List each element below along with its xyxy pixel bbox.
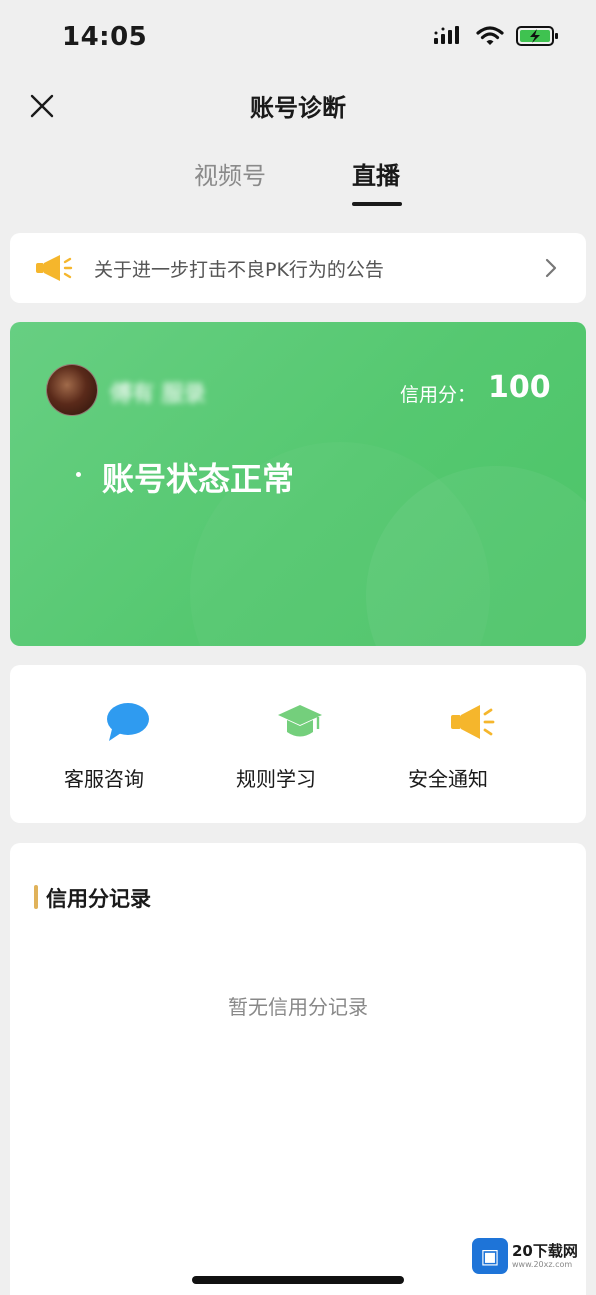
announcement-banner[interactable]: 关于进一步打击不良PK行为的公告 xyxy=(10,233,586,303)
watermark-main-text: 20下载网 xyxy=(512,1242,578,1260)
active-tab-indicator xyxy=(352,202,402,206)
quick-actions-panel: 客服咨询 规则学习 安全通知 xyxy=(10,665,586,823)
avatar xyxy=(46,364,98,416)
page-title: 账号诊断 xyxy=(250,94,346,122)
section-title: 信用分记录 xyxy=(46,887,151,911)
security-notice-button[interactable]: 安全通知 xyxy=(374,665,566,823)
home-indicator[interactable] xyxy=(192,1276,404,1284)
megaphone-icon xyxy=(451,705,495,739)
status-bar: 14:05 xyxy=(0,0,596,72)
empty-state-text: 暂无信用分记录 xyxy=(228,995,368,1019)
username: 傅有 服录 xyxy=(110,382,206,407)
graduation-cap-icon xyxy=(278,705,322,737)
action-label: 客服咨询 xyxy=(64,767,144,791)
tab-video-channel[interactable]: 视频号 xyxy=(194,156,266,191)
status-time: 14:05 xyxy=(62,22,148,52)
account-status-card: 傅有 服录 信用分： 100 账号状态正常 xyxy=(10,322,586,646)
tab-live[interactable]: 直播 xyxy=(352,156,400,191)
wifi-icon xyxy=(476,26,504,45)
chevron-right-icon xyxy=(545,258,557,278)
section-accent-bar xyxy=(34,885,38,909)
customer-service-button[interactable]: 客服咨询 xyxy=(30,665,222,823)
announcement-text: 关于进一步打击不良PK行为的公告 xyxy=(94,259,384,281)
megaphone-icon xyxy=(36,255,73,281)
action-label: 安全通知 xyxy=(408,767,488,791)
battery-charging-icon xyxy=(516,26,558,46)
credit-score-value: 100 xyxy=(488,370,551,405)
account-status-text: 账号状态正常 xyxy=(102,460,295,498)
header: 账号诊断 xyxy=(0,78,596,134)
tab-bar: 视频号 直播 xyxy=(0,150,596,210)
watermark-sub-text: www.20xz.com xyxy=(512,1260,573,1269)
watermark: ▣ 20下载网 www.20xz.com xyxy=(472,1236,588,1276)
credit-score-label: 信用分： xyxy=(400,384,477,406)
signal-icon xyxy=(434,26,459,44)
status-bullet xyxy=(76,472,81,477)
credit-records-section: 信用分记录 暂无信用分记录 xyxy=(10,843,586,1295)
rules-learning-button[interactable]: 规则学习 xyxy=(202,665,394,823)
watermark-logo: ▣ xyxy=(472,1238,508,1274)
status-icons xyxy=(432,24,560,48)
action-label: 规则学习 xyxy=(236,767,316,791)
watermark-text: 20下载网 www.20xz.com xyxy=(512,1242,578,1270)
chat-bubble-icon xyxy=(107,703,149,741)
